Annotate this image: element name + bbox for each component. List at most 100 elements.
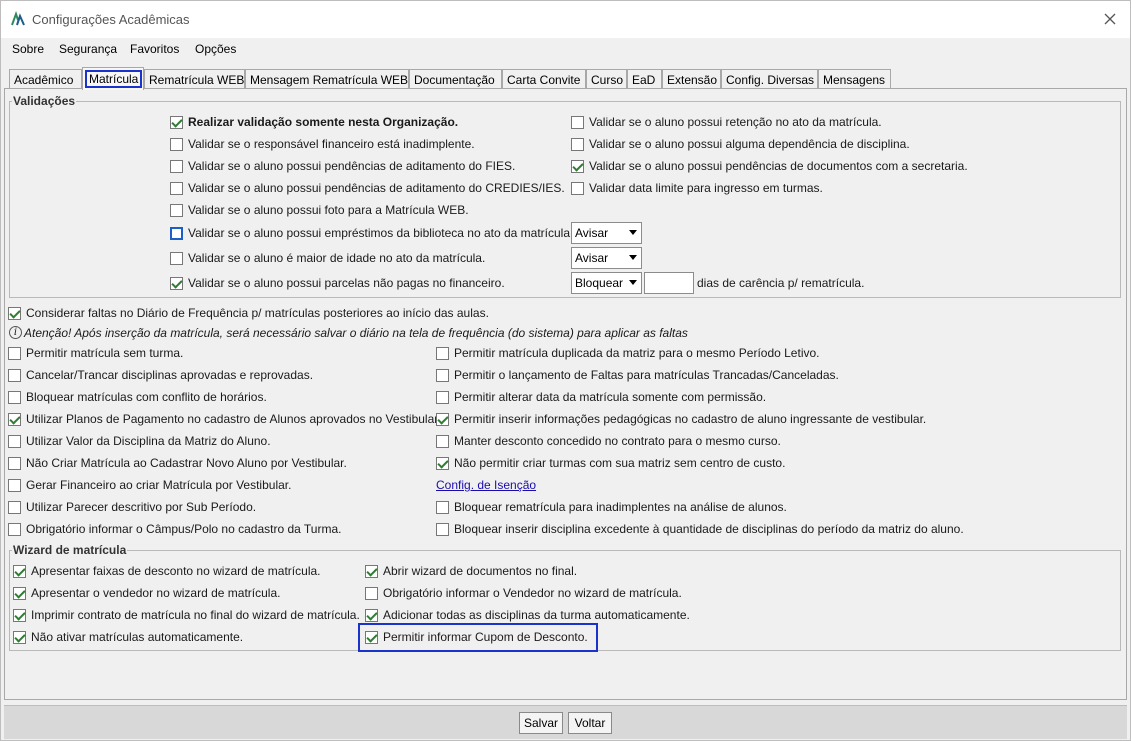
checkbox[interactable] [436, 500, 449, 514]
maior-idade-select[interactable]: Avisar [571, 247, 642, 269]
opcao-conflito-horarios[interactable]: Bloquear matrículas com conflito de horá… [8, 389, 267, 405]
save-button[interactable]: Salvar [519, 712, 563, 734]
opcao-alterar-data[interactable]: Permitir alterar data da matrícula somen… [436, 389, 766, 405]
checkbox[interactable] [170, 276, 183, 290]
checkbox[interactable] [8, 478, 21, 492]
opcao-nao-criar-matricula[interactable]: Não Criar Matrícula ao Cadastrar Novo Al… [8, 455, 347, 471]
checkbox[interactable] [8, 306, 21, 320]
carencia-input[interactable] [644, 272, 694, 294]
checkbox[interactable] [170, 181, 183, 195]
checkbox[interactable] [8, 456, 21, 470]
save-label: Salvar [523, 716, 558, 730]
validacao-fies[interactable]: Validar se o aluno possui pendências de … [170, 158, 515, 174]
validacao-maior-idade[interactable]: Validar se o aluno é maior de idade no a… [170, 250, 485, 266]
checkbox[interactable] [436, 412, 449, 426]
opcao-campus-polo[interactable]: Obrigatório informar o Câmpus/Polo no ca… [8, 521, 341, 537]
checkbox[interactable] [571, 137, 584, 151]
menu-favoritos[interactable]: Favoritos [130, 42, 179, 56]
checkbox[interactable] [8, 500, 21, 514]
biblioteca-select[interactable]: Avisar [571, 222, 642, 244]
considerar-faltas[interactable]: Considerar faltas no Diário de Frequênci… [8, 305, 489, 321]
opcao-faltas-trancadas[interactable]: Permitir o lançamento de Faltas para mat… [436, 367, 839, 383]
validacao-responsavel-inadimplente[interactable]: Validar se o responsável financeiro está… [170, 136, 475, 152]
checkbox[interactable] [13, 564, 26, 578]
menu-sobre[interactable]: Sobre [12, 42, 44, 56]
checkbox[interactable] [571, 181, 584, 195]
checkbox[interactable] [170, 137, 183, 151]
opcao-manter-desconto[interactable]: Manter desconto concedido no contrato pa… [436, 433, 781, 449]
opcao-disciplina-excedente[interactable]: Bloquear inserir disciplina excedente à … [436, 521, 964, 537]
wizard-obrigatorio-vendedor[interactable]: Obrigatório informar o Vendedor no wizar… [365, 585, 682, 601]
opcao-cancelar-trancar[interactable]: Cancelar/Trancar disciplinas aprovadas e… [8, 367, 313, 383]
checkbox[interactable] [436, 390, 449, 404]
checkbox[interactable] [8, 368, 21, 382]
opcao-gerar-financeiro[interactable]: Gerar Financeiro ao criar Matrícula por … [8, 477, 291, 493]
validacao-biblioteca[interactable]: Validar se o aluno possui empréstimos da… [170, 225, 573, 241]
checkbox[interactable] [436, 522, 449, 536]
validacao-data-limite[interactable]: Validar data limite para ingresso em tur… [571, 180, 823, 196]
validacao-credies[interactable]: Validar se o aluno possui pendências de … [170, 180, 565, 196]
checkbox[interactable] [13, 586, 26, 600]
checkbox[interactable] [436, 368, 449, 382]
tab-label: Carta Convite [507, 73, 581, 87]
checkbox[interactable] [365, 586, 378, 600]
tab-carta-convite[interactable]: Carta Convite [502, 69, 586, 89]
tab-ead[interactable]: EaD [627, 69, 662, 89]
checkbox[interactable] [8, 390, 21, 404]
tab-academico[interactable]: Acadêmico [9, 69, 82, 89]
opcao-planos-pagamento[interactable]: Utilizar Planos de Pagamento no cadastro… [8, 411, 441, 427]
validacao-documentos[interactable]: Validar se o aluno possui pendências de … [571, 158, 968, 174]
tab-matricula[interactable]: Matrícula [82, 67, 144, 90]
checkbox[interactable] [170, 203, 183, 217]
opcao-valor-disciplina[interactable]: Utilizar Valor da Disciplina da Matriz d… [8, 433, 271, 449]
wizard-adicionar-disciplinas[interactable]: Adicionar todas as disciplinas da turma … [365, 607, 690, 623]
tab-config-diversas[interactable]: Config. Diversas [721, 69, 818, 89]
checkbox-label: Validar se o aluno é maior de idade no a… [188, 251, 486, 265]
tab-curso[interactable]: Curso [586, 69, 627, 89]
menu-seguranca[interactable]: Segurança [59, 42, 117, 56]
checkbox[interactable] [436, 456, 449, 470]
checkbox[interactable] [8, 522, 21, 536]
parcelas-select[interactable]: Bloquear [571, 272, 642, 294]
opcao-matricula-duplicada[interactable]: Permitir matrícula duplicada da matriz p… [436, 345, 820, 361]
validacao-retencao[interactable]: Validar se o aluno possui retenção no at… [571, 114, 882, 130]
validacao-dependencia[interactable]: Validar se o aluno possui alguma dependê… [571, 136, 910, 152]
checkbox[interactable] [8, 434, 21, 448]
validacao-foto[interactable]: Validar se o aluno possui foto para a Ma… [170, 202, 469, 218]
checkbox[interactable] [436, 434, 449, 448]
checkbox[interactable] [170, 115, 183, 129]
close-icon[interactable] [1100, 9, 1120, 29]
opcao-centro-custo[interactable]: Não permitir criar turmas com sua matriz… [436, 455, 785, 471]
tab-rematricula-web[interactable]: Rematrícula WEB [144, 69, 245, 89]
checkbox[interactable] [365, 564, 378, 578]
validacao-parcelas[interactable]: Validar se o aluno possui parcelas não p… [170, 275, 505, 291]
wizard-abrir-documentos[interactable]: Abrir wizard de documentos no final. [365, 563, 577, 579]
checkbox[interactable] [170, 159, 183, 173]
checkbox[interactable] [13, 630, 26, 644]
tab-documentacao[interactable]: Documentação [409, 69, 502, 89]
config-isencao-link[interactable]: Config. de Isenção [436, 478, 536, 492]
wizard-nao-ativar[interactable]: Não ativar matrículas automaticamente. [13, 629, 243, 645]
checkbox[interactable] [170, 251, 183, 265]
tab-extensao[interactable]: Extensão [662, 69, 721, 89]
wizard-faixas-desconto[interactable]: Apresentar faixas de desconto no wizard … [13, 563, 321, 579]
opcao-info-pedagogicas[interactable]: Permitir inserir informações pedagógicas… [436, 411, 926, 427]
checkbox[interactable] [571, 115, 584, 129]
opcao-matricula-sem-turma[interactable]: Permitir matrícula sem turma. [8, 345, 183, 361]
menu-opcoes[interactable]: Opções [195, 42, 236, 56]
checkbox[interactable] [365, 608, 378, 622]
opcao-parecer-descritivo[interactable]: Utilizar Parecer descritivo por Sub Perí… [8, 499, 256, 515]
tab-mensagem-rematricula-web[interactable]: Mensagem Rematrícula WEB [245, 69, 409, 89]
checkbox[interactable] [13, 608, 26, 622]
checkbox[interactable] [8, 412, 21, 426]
checkbox[interactable] [170, 226, 183, 240]
opcao-bloquear-rematricula[interactable]: Bloquear rematrícula para inadimplentes … [436, 499, 787, 515]
tab-mensagens[interactable]: Mensagens [818, 69, 891, 89]
checkbox[interactable] [8, 346, 21, 360]
checkbox[interactable] [436, 346, 449, 360]
back-button[interactable]: Voltar [568, 712, 612, 734]
checkbox[interactable] [571, 159, 584, 173]
validacao-organizacao[interactable]: Realizar validação somente nesta Organiz… [170, 114, 458, 130]
wizard-apresentar-vendedor[interactable]: Apresentar o vendedor no wizard de matrí… [13, 585, 280, 601]
wizard-imprimir-contrato[interactable]: Imprimir contrato de matrícula no final … [13, 607, 360, 623]
